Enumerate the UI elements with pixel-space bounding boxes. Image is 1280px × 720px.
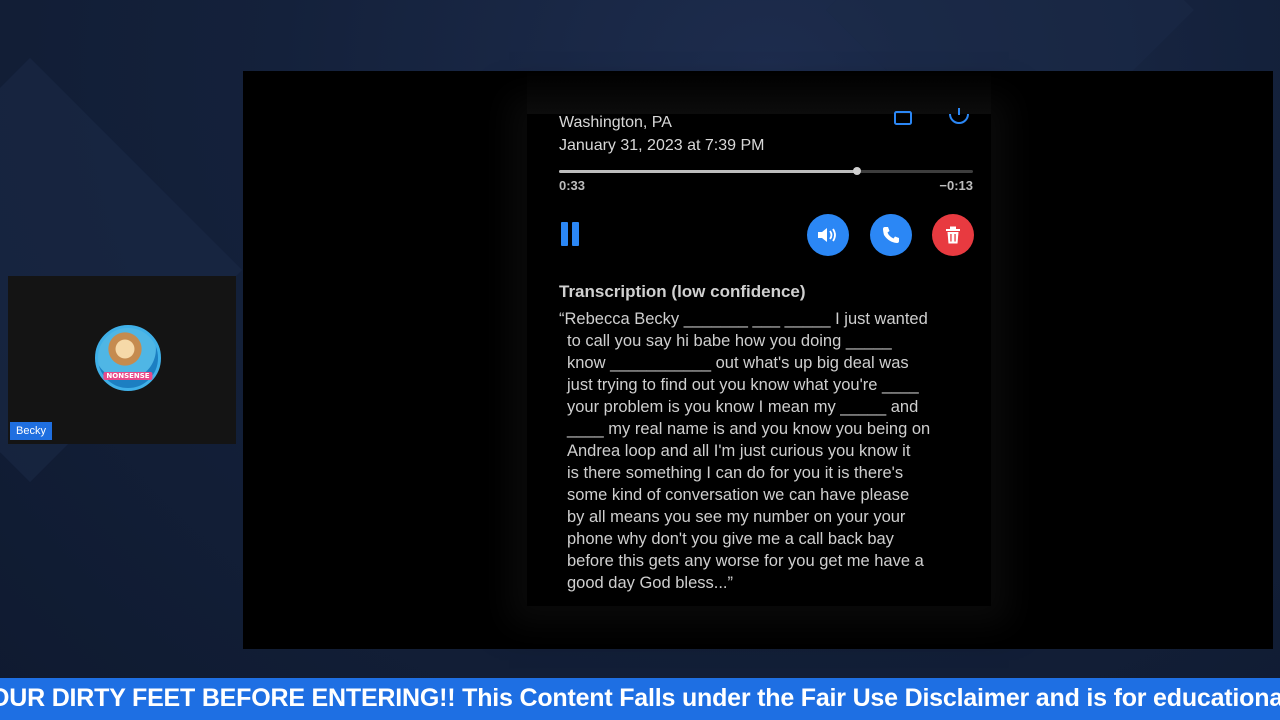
- shared-screen: Washington, PA January 31, 2023 at 7:39 …: [243, 71, 1273, 649]
- info-icon[interactable]: [947, 108, 971, 126]
- webcam-panel: NONSENSE Becky: [8, 276, 236, 444]
- transcription-text: “Rebecca Becky _______ ___ _____ I just …: [559, 310, 931, 592]
- delete-button[interactable]: [932, 214, 974, 256]
- pause-icon[interactable]: [561, 222, 581, 246]
- playback-scrubber[interactable]: [559, 167, 973, 175]
- ticker-text: OUR DIRTY FEET BEFORE ENTERING!! This Co…: [0, 684, 1280, 712]
- phone-icon: [883, 227, 899, 243]
- elapsed-time: 0:33: [559, 178, 586, 193]
- avatar: NONSENSE: [95, 325, 161, 391]
- voicemail-date: January 31, 2023 at 7:39 PM: [559, 137, 765, 154]
- scrubber-knob[interactable]: [853, 167, 862, 175]
- share-icon[interactable]: [893, 108, 913, 126]
- call-back-button[interactable]: [870, 214, 912, 256]
- participant-name-tag: Becky: [10, 422, 52, 440]
- voicemail-detail: Washington, PA January 31, 2023 at 7:39 …: [527, 71, 991, 606]
- transcription-title: Transcription (low confidence): [559, 282, 806, 301]
- playback-progress: [559, 170, 858, 173]
- avatar-badge: NONSENSE: [103, 372, 153, 380]
- speaker-icon: [818, 228, 836, 242]
- remaining-time: −0:13: [939, 178, 973, 193]
- scrolling-ticker: OUR DIRTY FEET BEFORE ENTERING!! This Co…: [0, 678, 1280, 720]
- voicemail-location: Washington, PA: [559, 114, 672, 131]
- trash-icon: [946, 226, 960, 244]
- speaker-button[interactable]: [807, 214, 849, 256]
- screen-fade: [527, 71, 991, 114]
